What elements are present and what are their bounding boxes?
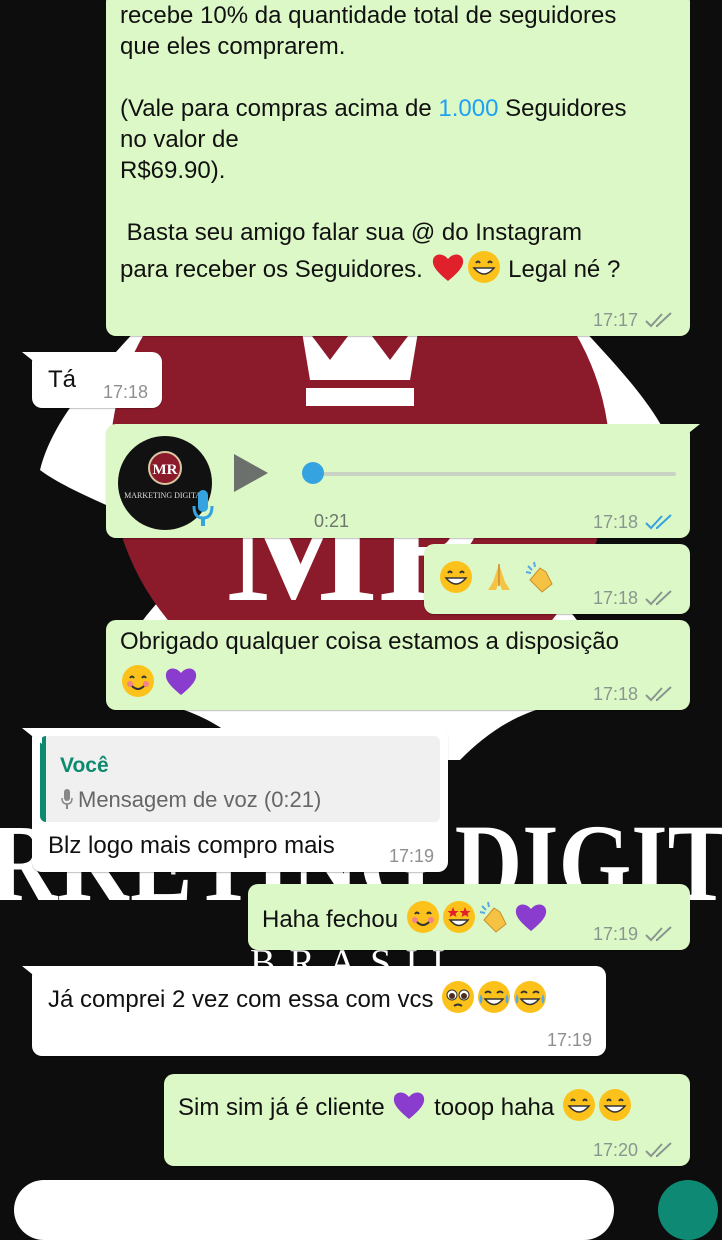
message-meta: 17:19 [593,924,676,944]
grinning-face-icon [598,1088,632,1122]
quote-text: Mensagem de voz (0:21) [78,787,322,812]
message-bubble-outgoing[interactable]: 17:18 [424,544,690,614]
audio-progress-track[interactable] [312,472,676,476]
bubble-tail [22,728,42,744]
message-meta: 17:18 [593,684,676,704]
double-check-icon [645,312,672,328]
message-emojis [438,560,559,595]
grinning-face-icon [467,250,501,284]
purple-heart-icon [164,664,198,698]
bubble-tail [22,352,42,368]
red-heart-icon [431,250,465,284]
message-time: 17:19 [388,846,434,866]
message-bubble-outgoing[interactable]: Obrigado qualquer coisa estamos a dispos… [106,620,690,710]
voice-record-button[interactable] [658,1180,718,1240]
microphone-icon [61,789,73,809]
message-text: Obrigado qualquer coisa estamos a dispos… [120,628,619,655]
purple-heart-icon [514,900,548,934]
purple-heart-icon [392,1088,426,1122]
star-struck-icon [442,900,476,934]
message-time: 17:18 [102,382,148,402]
quote-accent-bar [40,736,46,822]
clapping-hands-icon [524,560,558,594]
message-meta: 17:19 [389,846,434,866]
message-meta: 17:19 [547,1030,592,1050]
message-bubble-outgoing[interactable]: recebe 10% da quantidade total de seguid… [106,0,690,336]
message-meta: 17:17 [593,310,676,330]
message-text: Sim sim já é cliente tooop haha [178,1088,633,1123]
double-check-icon [645,1142,672,1158]
double-check-read-icon [645,514,672,530]
double-check-icon [645,686,672,702]
message-line: que eles comprarem. [120,33,346,60]
number-link[interactable]: 1.000 [438,95,498,122]
audio-progress-knob[interactable] [302,462,324,484]
tears-of-joy-icon [513,980,547,1014]
message-line: para receber os Seguidores. Legal né ? [120,250,680,285]
message-time: 17:19 [546,1030,592,1050]
pleading-face-icon [441,980,475,1014]
message-time: 17:18 [592,588,638,608]
message-text: recebe 10% da quantidade total de seguid… [120,0,680,285]
message-input[interactable] [14,1180,614,1240]
voice-message-bubble[interactable]: MR MARKETING DIGITAL 0:21 17:18 [106,424,700,538]
quoted-message[interactable]: Você Mensagem de voz (0:21) [40,736,440,822]
message-line: no valor de [120,126,239,153]
quote-author: Você [60,754,109,777]
smiling-face-icon [121,664,155,698]
tears-of-joy-icon [477,980,511,1014]
message-bubble-incoming[interactable]: Tá 17:18 [22,352,162,408]
message-meta: 17:18 [103,382,148,402]
message-line: (Vale para compras acima de 1.000 Seguid… [120,95,627,122]
play-button[interactable] [234,454,268,492]
message-line: R$69.90). [120,157,226,184]
message-bubble-outgoing[interactable]: Haha fechou 17:19 [248,884,690,950]
message-time: 17:20 [592,1140,638,1160]
message-text: Já comprei 2 vez com essa com vcs [48,980,548,1015]
clapping-hands-icon [478,900,512,934]
avatar-initials: MR [153,462,178,478]
message-line: recebe 10% da quantidade total de seguid… [120,2,617,29]
double-check-icon [645,590,672,606]
message-meta: 17:20 [593,1140,676,1160]
message-time: 17:19 [592,924,638,944]
grinning-face-icon [562,1088,596,1122]
smiling-face-icon [406,900,440,934]
folded-hands-icon [482,560,516,594]
grinning-face-icon [439,560,473,594]
message-time: 17:18 [592,684,638,704]
microphone-icon [192,490,214,526]
message-bubble-outgoing[interactable]: Sim sim já é cliente tooop haha 17:20 [164,1074,690,1166]
message-text: Blz logo mais compro mais [48,832,335,859]
message-meta: 17:18 [593,588,676,608]
message-meta: 17:18 [593,512,676,532]
bubble-tail [22,966,42,982]
message-text: Tá [48,366,77,393]
double-check-icon [645,926,672,942]
audio-duration: 0:21 [314,511,350,531]
message-text: Haha fechou [262,900,549,935]
message-time: 17:18 [592,512,638,532]
message-emojis [120,664,199,699]
message-line: Basta seu amigo falar sua @ do Instagram [120,219,582,246]
message-bubble-incoming[interactable]: Já comprei 2 vez com essa com vcs 17:19 [22,966,606,1056]
message-bubble-incoming-reply[interactable]: Você Mensagem de voz (0:21) Blz logo mai… [22,728,448,872]
message-time: 17:17 [592,310,638,330]
bubble-tail [680,424,700,440]
